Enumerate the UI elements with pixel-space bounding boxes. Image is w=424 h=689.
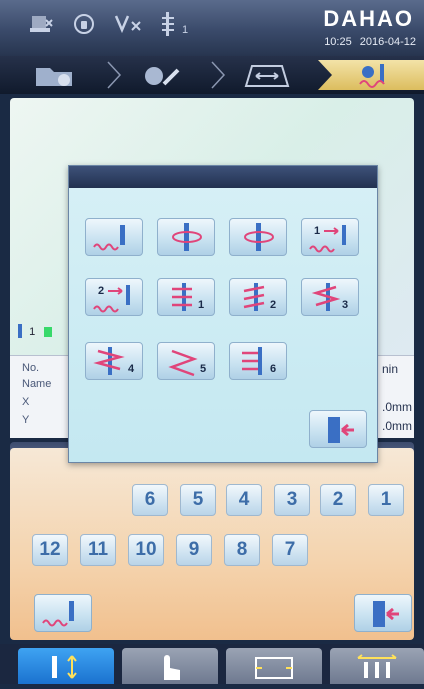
needle-button-4[interactable]: 4 — [226, 484, 262, 516]
brand-logo: DAHAO — [323, 6, 414, 31]
needle-bar-icon — [172, 283, 192, 311]
needle-bar-button-3[interactable]: 3 — [301, 278, 359, 316]
needle-button-3[interactable]: 3 — [274, 484, 310, 516]
info-label-y: Y — [22, 414, 30, 426]
thread-break-icon — [112, 10, 141, 38]
button-subscript: 1 — [314, 225, 321, 237]
needle-bar-button-4[interactable]: 4 — [85, 342, 143, 380]
needle-panel: 6 5 4 3 2 1 12 11 10 9 8 7 — [10, 448, 414, 640]
zigzag-button-5[interactable]: 5 — [157, 342, 215, 380]
needle-tab-icon — [52, 655, 77, 679]
pattern-edit-icon[interactable] — [136, 60, 186, 90]
lock-icon — [70, 10, 98, 38]
dialog-exit-button[interactable] — [309, 410, 367, 448]
needle-button-9[interactable]: 9 — [176, 534, 212, 566]
needle-button-7[interactable]: 7 — [272, 534, 308, 566]
tab-needle[interactable] — [18, 648, 114, 684]
stitch-needle-button[interactable] — [85, 218, 143, 256]
chevron-right-icon — [208, 60, 228, 90]
needle-bar-icon — [242, 347, 262, 375]
needle-bar-icon — [93, 347, 125, 375]
tab-multi-needle[interactable] — [330, 648, 424, 684]
tab-frame[interactable] — [226, 648, 322, 684]
dialog-title-bar — [69, 166, 377, 188]
stitch-needle-button[interactable] — [34, 594, 92, 632]
needle-bar-button-1[interactable]: 1 — [157, 278, 215, 316]
time-label: 10:25 — [324, 36, 352, 48]
needle-rotate-button-a[interactable] — [157, 218, 215, 256]
exit-icon — [373, 601, 399, 627]
needle-select-icon: 1 — [160, 10, 188, 38]
needle-rotate-button-b[interactable] — [229, 218, 287, 256]
needle-move-button-1[interactable]: 1 — [301, 218, 359, 256]
needle-move-icon — [309, 225, 346, 253]
button-subscript: 2 — [270, 299, 277, 311]
needle-move-icon — [93, 285, 130, 313]
info-value-x: .0mm — [382, 400, 412, 414]
needle-button-1[interactable]: 1 — [368, 484, 404, 516]
embroider-needle-icon — [354, 60, 404, 90]
breadcrumb — [0, 56, 424, 94]
multi-needle-tab-icon — [357, 654, 397, 678]
tab-bar — [0, 644, 424, 684]
needle-bar-button-6[interactable]: 6 — [229, 342, 287, 380]
needle-move-button-2[interactable]: 2 — [85, 278, 143, 316]
needle-rotate-icon — [172, 223, 202, 251]
needle-button-11[interactable]: 11 — [80, 534, 116, 566]
tab-manual[interactable] — [122, 648, 218, 684]
clock: 10:25 2016-04-12 — [316, 36, 416, 48]
needle-bar-icon — [243, 283, 265, 311]
button-subscript: 5 — [200, 363, 207, 375]
frame-move-icon[interactable] — [238, 60, 298, 90]
date-label: 2016-04-12 — [359, 36, 416, 48]
manual-tab-icon — [164, 655, 180, 680]
button-subscript: 3 — [342, 299, 349, 311]
button-subscript: 2 — [98, 285, 105, 297]
frame-tab-icon — [255, 657, 293, 679]
exit-icon — [328, 417, 354, 443]
needle-bar-icon — [311, 283, 341, 311]
folder-pattern-icon[interactable] — [30, 60, 80, 90]
info-label-no: No. — [22, 362, 40, 374]
info-value-time: nin — [382, 362, 399, 376]
zigzag-icon — [168, 349, 198, 377]
status-bar: 1 DAHAO 10:25 2016-04-12 — [0, 0, 424, 56]
breadcrumb-active[interactable] — [318, 60, 424, 90]
current-needle-indicator: 1 — [14, 324, 53, 340]
info-value-y: .0mm — [382, 419, 412, 433]
button-subscript: 1 — [198, 299, 205, 311]
status-light — [44, 327, 53, 337]
needle-button-8[interactable]: 8 — [224, 534, 260, 566]
needle-rotate-icon — [244, 223, 274, 251]
needle-button-12[interactable]: 12 — [32, 534, 68, 566]
machine-icon — [28, 10, 56, 38]
stitch-needle-icon — [93, 225, 125, 251]
stitch-needle-icon — [42, 601, 74, 627]
chevron-right-icon — [104, 60, 124, 90]
info-label-name: Name — [22, 378, 52, 390]
button-subscript: 4 — [128, 363, 135, 375]
button-subscript: 6 — [270, 363, 277, 375]
needle-bar-button-2[interactable]: 2 — [229, 278, 287, 316]
needle-subscript: 1 — [182, 24, 189, 36]
needle-button-10[interactable]: 10 — [128, 534, 164, 566]
needle-button-6[interactable]: 6 — [132, 484, 168, 516]
needle-button-2[interactable]: 2 — [320, 484, 356, 516]
info-label-x: X — [22, 396, 30, 408]
current-needle-number: 1 — [29, 325, 36, 338]
needle-function-dialog: 1 2 1 2 3 4 5 6 — [68, 165, 378, 463]
needle-button-5[interactable]: 5 — [180, 484, 216, 516]
exit-button[interactable] — [354, 594, 412, 632]
